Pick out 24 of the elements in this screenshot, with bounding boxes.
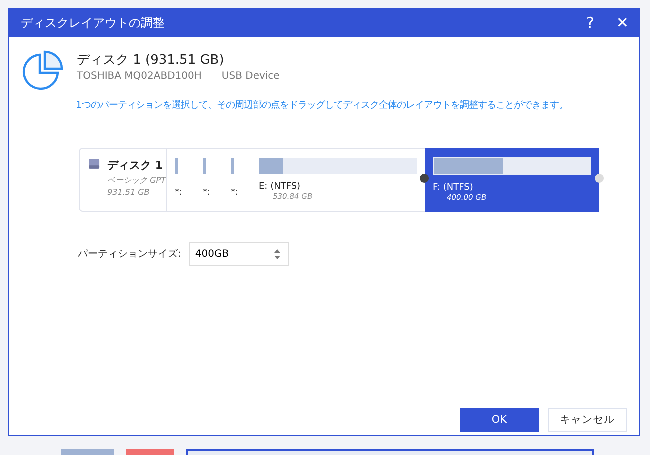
- disk-name: ディスク 1: [108, 158, 164, 174]
- disk-title: ディスク 1 (931.51 GB): [77, 52, 226, 69]
- size-field[interactable]: 400GB: [189, 242, 290, 266]
- cancel-button[interactable]: キャンセル: [548, 408, 627, 432]
- field-label: パーティションサイズ:: [78, 248, 182, 262]
- instruction-text: 1つのパーティションを選択して、その周辺部の点をドラッグしてディスク全体のレイアウトを調整することができます。: [76, 99, 568, 112]
- ok-button[interactable]: OK: [460, 408, 539, 432]
- close-button[interactable]: ✕: [610, 14, 635, 32]
- spinner-icon[interactable]: [274, 249, 282, 260]
- partition-label: F: (NTFS): [433, 183, 474, 194]
- resize-handle[interactable]: [420, 174, 429, 184]
- disk-model: TOSHIBA MQ02ABD100H: [77, 71, 202, 82]
- window-title: ディスクレイアウトの調整: [21, 14, 165, 32]
- partition-label: *:: [231, 188, 240, 198]
- partition-label: *:: [203, 188, 212, 198]
- disk-size: 931.51 GB: [108, 188, 151, 198]
- pie-chart-icon: [21, 49, 65, 93]
- help-button[interactable]: ?: [580, 14, 600, 32]
- partition-label: *:: [175, 188, 184, 198]
- disk-interface: USB Device: [222, 71, 280, 82]
- partition-bar: [126, 449, 174, 455]
- resize-handle[interactable]: [595, 174, 604, 184]
- partition-label: E: (NTFS): [259, 182, 302, 192]
- partition-bar: [61, 449, 114, 455]
